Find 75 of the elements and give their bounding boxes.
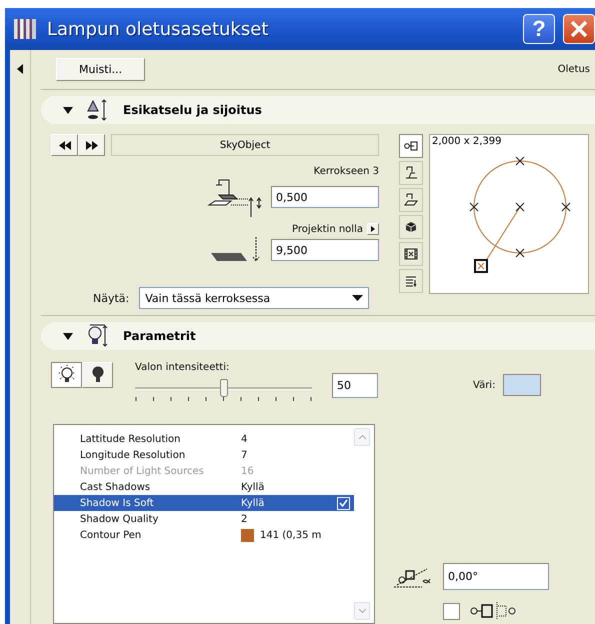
parameter-value: 141 (0,35 m <box>260 530 322 540</box>
app-icon <box>13 17 39 41</box>
parameter-row[interactable]: Lattitude Resolution 4 <box>54 431 354 447</box>
show-dropdown[interactable]: Vain tässä kerroksessa <box>139 287 370 309</box>
list-icon <box>405 275 417 287</box>
reference-menu-button[interactable] <box>367 223 379 235</box>
parameter-name: Longitude Resolution <box>80 450 186 460</box>
anchor-checkbox[interactable] <box>443 602 460 620</box>
parameter-value: 4 <box>241 434 248 444</box>
parameter-name: Number of Light Sources <box>80 466 205 476</box>
object-name-field: SkyObject <box>111 134 379 156</box>
parameter-value: 2 <box>241 514 248 524</box>
collapse-arrow-icon <box>17 64 23 74</box>
color-swatch[interactable] <box>503 374 542 396</box>
light-bulb-icon <box>87 324 109 348</box>
section-title: Parametrit <box>123 329 196 343</box>
color-label: Väri: <box>473 380 496 390</box>
dark-bulb-icon <box>90 365 104 385</box>
anchor-icon <box>404 140 418 152</box>
previous-button[interactable] <box>51 134 78 156</box>
reference-label: Projektin nolla <box>292 224 363 234</box>
parameter-name: Shadow Quality <box>80 514 160 524</box>
chevron-up-icon <box>358 435 366 439</box>
view-tab[interactable] <box>399 161 423 185</box>
parameter-row[interactable]: Longitude Resolution 7 <box>54 447 354 463</box>
parameter-name: Cast Shadows <box>80 482 152 492</box>
parameter-row[interactable]: Shadow Is Soft Kyllä <box>54 495 354 511</box>
view-tab[interactable] <box>399 215 423 239</box>
parameter-row[interactable]: Shadow Quality 2 <box>54 511 354 527</box>
small-arrow-icon <box>371 226 375 232</box>
view-tab[interactable] <box>399 269 423 293</box>
parameter-value: Kyllä <box>241 482 264 492</box>
reference-field[interactable]: 9,500 <box>271 239 379 261</box>
parameter-row[interactable]: Cast Shadows Kyllä <box>54 479 354 495</box>
next-button[interactable] <box>78 134 105 156</box>
parameter-value: Kyllä <box>241 498 264 508</box>
light-mode-button[interactable] <box>51 362 82 388</box>
parameter-name: Shadow Is Soft <box>80 498 155 508</box>
view-tab[interactable] <box>399 134 423 158</box>
intensity-field[interactable]: 50 <box>332 373 378 398</box>
intensity-label: Valon intensiteetti: <box>135 362 230 373</box>
cube-icon <box>405 221 417 233</box>
parameter-value: 16 <box>241 466 254 476</box>
slider-thumb[interactable] <box>220 379 228 397</box>
memory-button[interactable]: Muisti... <box>56 58 146 81</box>
view-tab[interactable] <box>399 242 423 266</box>
lamp-placement-icon <box>87 99 109 121</box>
floor-level-icon <box>211 237 261 263</box>
lamp-on-plane-icon <box>404 193 418 207</box>
elevation-label: Kerrokseen 3 <box>314 166 379 177</box>
fast-forward-icon <box>86 140 98 150</box>
intensity-slider[interactable] <box>135 379 312 397</box>
rewind-icon <box>58 140 70 150</box>
show-label: Näytä: <box>93 292 130 304</box>
close-button[interactable] <box>563 14 595 44</box>
lamp-on-floor-icon <box>404 166 418 180</box>
section-header[interactable]: Parametrit <box>41 322 595 350</box>
chevron-down-icon <box>358 609 366 613</box>
angle-field[interactable]: 0,00° <box>443 563 549 590</box>
parameter-name: Contour Pen <box>80 530 142 540</box>
dropdown-arrow-icon <box>352 295 363 301</box>
section-title: Esikatselu ja sijoitus <box>123 103 262 117</box>
close-icon <box>569 19 589 39</box>
parameter-value: 7 <box>241 450 248 460</box>
preset-label: Oletus <box>558 64 590 75</box>
help-button[interactable]: ? <box>523 14 555 44</box>
parameter-row[interactable]: Contour Pen 141 (0,35 m <box>54 527 354 543</box>
dimension-label: 2,000 x 2,399 <box>432 136 502 147</box>
film-icon <box>404 248 418 260</box>
elevation-field[interactable]: 0,500 <box>271 186 379 208</box>
view-tab[interactable] <box>399 188 423 212</box>
value-checkbox[interactable] <box>337 496 350 510</box>
parameter-name: Lattitude Resolution <box>80 434 182 444</box>
section-header[interactable]: Esikatselu ja sijoitus <box>41 96 595 124</box>
window-title: Lampun oletusasetukset <box>47 18 270 40</box>
